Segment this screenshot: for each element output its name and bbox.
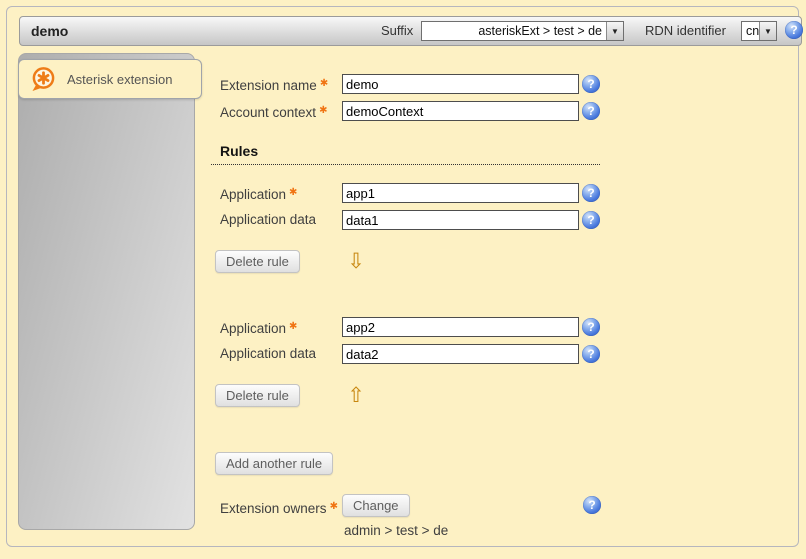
help-icon[interactable]: ? — [785, 21, 803, 39]
help-icon[interactable]: ? — [582, 184, 600, 202]
suffix-label: Suffix — [381, 17, 413, 45]
required-icon: ✱ — [319, 105, 327, 116]
application-data-input[interactable] — [342, 344, 579, 364]
sidebar — [18, 53, 195, 530]
help-icon[interactable]: ? — [582, 345, 600, 363]
rdn-select[interactable]: cn ▼ — [741, 21, 777, 41]
application-label: Application✱ — [220, 183, 297, 203]
change-owners-button[interactable]: Change — [342, 494, 410, 517]
extension-name-input[interactable] — [342, 74, 579, 94]
tab-label: Asterisk extension — [67, 72, 173, 87]
delete-rule-button[interactable]: Delete rule — [215, 250, 300, 273]
owners-value: admin > test > de — [344, 523, 448, 538]
add-rule-button[interactable]: Add another rule — [215, 452, 333, 475]
page-title: demo — [31, 17, 68, 45]
delete-rule-button[interactable]: Delete rule — [215, 384, 300, 407]
required-icon: ✱ — [289, 187, 297, 198]
suffix-select-value: asteriskExt > test > de — [422, 24, 606, 38]
help-icon[interactable]: ? — [582, 318, 600, 336]
help-icon[interactable]: ? — [582, 102, 600, 120]
application-label: Application✱ — [220, 317, 297, 337]
required-icon: ✱ — [330, 501, 338, 512]
account-context-label: Account context✱ — [220, 101, 327, 121]
dropdown-arrow-icon: ▼ — [606, 22, 623, 40]
extension-owners-label: Extension owners✱ — [220, 496, 338, 516]
application-data-label: Application data — [220, 210, 316, 230]
window: demo Suffix asteriskExt > test > de ▼ RD… — [6, 6, 799, 547]
rules-heading: Rules — [211, 141, 600, 165]
suffix-select[interactable]: asteriskExt > test > de ▼ — [421, 21, 624, 41]
header-bar: demo Suffix asteriskExt > test > de ▼ RD… — [19, 16, 802, 46]
move-down-icon[interactable]: ⇩ — [345, 250, 367, 273]
required-icon: ✱ — [289, 321, 297, 332]
move-up-icon[interactable]: ⇧ — [345, 384, 367, 407]
help-icon[interactable]: ? — [583, 496, 601, 514]
extension-name-label: Extension name✱ — [220, 74, 328, 94]
page: { "header": { "title": "demo", "suffix":… — [0, 0, 806, 559]
application-input[interactable] — [342, 317, 579, 337]
application-data-label: Application data — [220, 344, 316, 364]
dropdown-arrow-icon: ▼ — [759, 22, 776, 40]
rdn-label: RDN identifier — [645, 17, 726, 45]
help-icon[interactable]: ? — [582, 211, 600, 229]
tab-asterisk-extension[interactable]: Asterisk extension — [18, 59, 202, 99]
application-input[interactable] — [342, 183, 579, 203]
asterisk-logo-icon — [29, 65, 57, 93]
help-icon[interactable]: ? — [582, 75, 600, 93]
application-data-input[interactable] — [342, 210, 579, 230]
account-context-input[interactable] — [342, 101, 579, 121]
required-icon: ✱ — [320, 78, 328, 89]
rdn-select-value: cn — [742, 24, 759, 38]
